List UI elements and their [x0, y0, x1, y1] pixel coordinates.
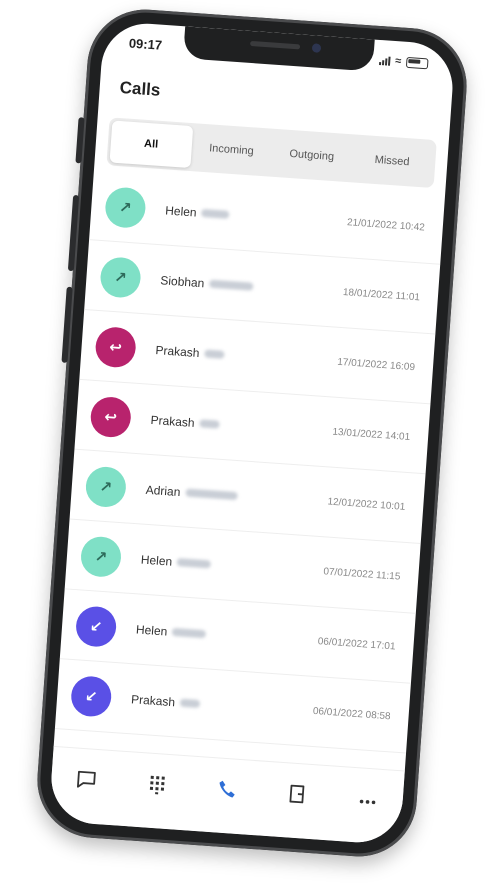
contact: Prakash — [155, 343, 338, 370]
call-timestamp: 13/01/2022 14:01 — [332, 426, 411, 444]
call-timestamp: 06/01/2022 17:01 — [317, 636, 396, 653]
call-list: ↗ Helen 21/01/2022 10:42 ↗ Siobhan 18/01/2022… — [54, 170, 446, 754]
status-time: 09:17 — [128, 34, 163, 53]
redacted-surname — [185, 488, 238, 500]
arrow-down-left-icon: ↙ — [69, 674, 113, 718]
nav-more-button[interactable] — [346, 780, 389, 823]
signal-icon — [378, 55, 391, 66]
arrow-down-left-icon: ↙ — [74, 604, 118, 648]
chat-bubble-icon — [75, 767, 99, 795]
redacted-surname — [172, 627, 207, 638]
call-timestamp: 18/01/2022 11:01 — [342, 287, 421, 304]
call-timestamp: 12/01/2022 10:01 — [327, 496, 406, 513]
more-icon — [355, 787, 379, 815]
missed-call-icon: ↩ — [94, 325, 138, 369]
redacted-surname — [176, 557, 212, 568]
contact-name: Prakash — [130, 691, 176, 709]
status-icons: ≈ — [378, 54, 429, 69]
tab-all[interactable]: All — [109, 120, 193, 169]
nav-chat-bubble-button[interactable] — [65, 760, 108, 803]
contact-name: Prakash — [150, 412, 196, 430]
contact-name: Helen — [135, 621, 168, 639]
bottom-tab-bar — [48, 745, 405, 846]
contact-name: Adrian — [145, 482, 181, 499]
contact: Prakash — [131, 692, 314, 719]
redacted-surname — [204, 349, 225, 359]
phone-icon — [215, 777, 239, 805]
call-timestamp: 06/01/2022 08:58 — [312, 705, 391, 723]
contacts-card-icon — [285, 782, 309, 810]
contact: Prakash — [150, 412, 333, 439]
arrow-up-right-icon: ↗ — [104, 185, 147, 229]
call-timestamp: 21/01/2022 10:42 — [346, 217, 426, 234]
contact: Siobhan — [160, 273, 343, 300]
contact-name: Helen — [140, 552, 173, 569]
redacted-surname — [201, 208, 230, 219]
phone-frame: 09:17 ≈ Calls All Incoming Outgoing Missed … — [33, 5, 471, 861]
contact-name: Siobhan — [159, 272, 205, 290]
redacted-surname — [199, 418, 220, 429]
silent-switch — [75, 117, 85, 164]
phone-screen: 09:17 ≈ Calls All Incoming Outgoing Missed … — [48, 20, 456, 846]
screenshot-stage: 09:17 ≈ Calls All Incoming Outgoing Missed … — [0, 0, 503, 890]
volume-up-button — [67, 194, 80, 272]
call-timestamp: 07/01/2022 11:15 — [322, 566, 401, 583]
battery-icon — [405, 56, 429, 69]
speaker-grille — [249, 40, 301, 50]
front-camera — [311, 43, 322, 53]
arrow-up-right-icon: ↗ — [99, 255, 142, 299]
contact: Adrian — [145, 482, 328, 509]
tab-incoming[interactable]: Incoming — [190, 126, 273, 174]
nav-contacts-card-button[interactable] — [276, 775, 319, 818]
page-title: Calls — [119, 77, 161, 100]
volume-down-button — [61, 286, 73, 363]
nav-dialpad-button[interactable] — [135, 765, 178, 808]
call-timestamp: 17/01/2022 16:09 — [336, 356, 416, 374]
contact: Helen — [140, 552, 323, 579]
tab-missed[interactable]: Missed — [350, 137, 433, 185]
contact: Helen — [165, 203, 348, 230]
contact: Helen — [136, 622, 319, 649]
dialpad-icon — [145, 772, 169, 800]
missed-call-icon: ↩ — [89, 395, 133, 438]
wifi-icon: ≈ — [394, 55, 402, 68]
arrow-up-right-icon: ↗ — [84, 465, 128, 508]
contact-name: Prakash — [155, 342, 200, 360]
nav-phone-button[interactable] — [206, 770, 249, 813]
arrow-up-right-icon: ↗ — [79, 534, 123, 578]
contact-name: Helen — [164, 202, 198, 220]
tab-outgoing[interactable]: Outgoing — [270, 132, 353, 180]
redacted-surname — [209, 279, 254, 291]
redacted-surname — [179, 698, 201, 708]
